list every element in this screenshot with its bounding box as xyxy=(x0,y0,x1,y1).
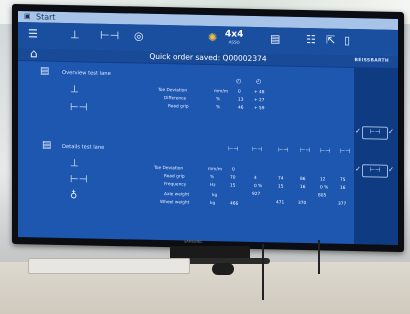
det-row3-v5: 0 % xyxy=(320,185,329,191)
det-row5-unit: kg xyxy=(210,201,216,207)
side-axle-button-1[interactable]: ⊢⊣ xyxy=(362,126,388,140)
ov-row1-v2: + 48 xyxy=(254,89,265,96)
det-row5-v1: 466 xyxy=(230,201,239,207)
export-icon[interactable]: ⇱ xyxy=(326,33,335,46)
ov-row3-v2: + 59 xyxy=(254,105,265,112)
main-content: ▤ Overview test lane ⊥ ⊢⊣ ◴ ◴ Toe Deviat… xyxy=(18,61,354,245)
det-row3-v4: 16 xyxy=(300,184,306,191)
printer-icon[interactable]: ▤ xyxy=(270,32,280,45)
brand-logo: BEISSBARTH xyxy=(354,58,389,64)
det-row2-unit: % xyxy=(210,175,215,181)
ov-row2-label: Difference xyxy=(164,96,187,102)
mouse[interactable] xyxy=(212,263,234,275)
cable xyxy=(318,240,320,274)
keyboard[interactable] xyxy=(28,258,190,274)
det-row2-v5: 12 xyxy=(320,177,326,183)
side-panel: ⊢⊣ ✓ ✓ ⊢⊣ ✓ ✓ xyxy=(354,68,398,245)
det-row2-v2: 4 xyxy=(254,175,257,182)
det-row3-unit: Hz xyxy=(210,183,216,189)
det-col-a-icon: ⊢⊣ xyxy=(228,145,239,153)
det-row3-v1: 15 xyxy=(230,183,236,189)
overview-title: Overview test lane xyxy=(62,69,111,77)
cable xyxy=(262,244,264,300)
weight-icon: ♁ xyxy=(70,190,78,202)
details-icon: ▤ xyxy=(42,139,52,151)
wheel-icon[interactable]: ◎ xyxy=(134,29,144,42)
ov-row1-v1: 0 xyxy=(238,89,241,95)
det-row2-v1: 70 xyxy=(230,175,236,181)
det-row1-label: Toe Deviation xyxy=(154,165,184,172)
det-row4-v2: 927 xyxy=(252,191,261,198)
det-row3-v2: 0 % xyxy=(254,183,263,190)
det-row2-v3: 74 xyxy=(278,176,284,182)
front-axle-icon: ⊥ xyxy=(70,84,79,96)
details-front-axle-icon: ⊥ xyxy=(70,158,79,170)
check-icon: ✓ xyxy=(388,127,394,136)
det-col-b-icon: ⊢⊣ xyxy=(252,145,263,154)
det-row4-v5: 805 xyxy=(318,193,327,199)
det-row2-label: Road grip xyxy=(164,174,185,180)
overview-col1-icon: ◴ xyxy=(236,77,242,85)
check-icon: ✓ xyxy=(355,127,361,136)
rear-axle-icon: ⊢⊣ xyxy=(70,102,88,114)
det-row5-v6: 377 xyxy=(338,201,347,207)
app-icon: ▣ xyxy=(24,12,31,21)
ov-row2-unit: % xyxy=(216,97,221,103)
det-row1-unit: mm/m xyxy=(208,167,223,173)
ov-row2-v2: + 27 xyxy=(254,97,265,104)
det-row3-v3: 15 xyxy=(278,184,284,190)
ov-row3-v1: 46 xyxy=(238,105,244,111)
det-row2-v4: 86 xyxy=(300,176,306,183)
monitor: Start ▣ ☰ ⊥ ⊢⊣ ◎ ✺ 4x4 ASSO ▤ ☷ ⇱ ▯ ⌂ Qu… xyxy=(12,3,404,253)
det-row4-unit: kg xyxy=(212,193,218,199)
overview-icon: ▤ xyxy=(40,65,50,77)
det-row1-v1: 0 xyxy=(232,167,235,173)
det-row5-v3: 471 xyxy=(276,200,285,206)
det-row5-label: Wheel weight xyxy=(160,199,190,206)
alignment-4x4-icon[interactable]: ✺ xyxy=(208,31,217,44)
lift-icon[interactable]: ⊥ xyxy=(70,28,80,41)
details-rear-axle-icon: ⊢⊣ xyxy=(70,174,88,186)
det-row4-label: Axle weight xyxy=(164,192,190,198)
det-row3-v6: 16 xyxy=(340,185,346,191)
tv-brand: SAMSUNG xyxy=(184,239,202,244)
brand-4x4: 4x4 ASSO xyxy=(225,29,243,46)
det-col-f-icon: ⊢⊣ xyxy=(340,147,351,155)
det-row3-label: Frequency xyxy=(164,182,187,188)
check-icon: ✓ xyxy=(355,165,361,174)
side-axle-button-2[interactable]: ⊢⊣ xyxy=(362,164,388,178)
window-title: Start xyxy=(36,12,56,22)
det-col-e-icon: ⊢⊣ xyxy=(320,147,331,155)
det-col-c-icon: ⊢⊣ xyxy=(278,146,289,154)
det-col-d-icon: ⊢⊣ xyxy=(300,146,311,155)
ov-row3-unit: % xyxy=(216,105,221,111)
list-icon[interactable]: ☷ xyxy=(306,33,316,46)
ov-row2-v1: 13 xyxy=(238,97,244,103)
det-row5-v4: 370 xyxy=(298,200,307,207)
ov-row3-label: Road grip xyxy=(168,104,189,110)
screen: Start ▣ ☰ ⊥ ⊢⊣ ◎ ✺ 4x4 ASSO ▤ ☷ ⇱ ▯ ⌂ Qu… xyxy=(18,11,398,245)
axle-icon[interactable]: ⊢⊣ xyxy=(100,29,119,42)
check-icon: ✓ xyxy=(388,165,394,174)
overview-col2-icon: ◴ xyxy=(256,78,262,86)
details-title: Details test lane xyxy=(62,143,105,151)
det-row2-v6: 75 xyxy=(340,177,346,183)
menu-icon[interactable]: ☰ xyxy=(28,27,38,40)
ov-row1-unit: mm/m xyxy=(214,89,229,95)
ov-row1-label: Toe Deviation xyxy=(158,87,188,94)
settings-icon[interactable]: ▯ xyxy=(344,34,350,47)
